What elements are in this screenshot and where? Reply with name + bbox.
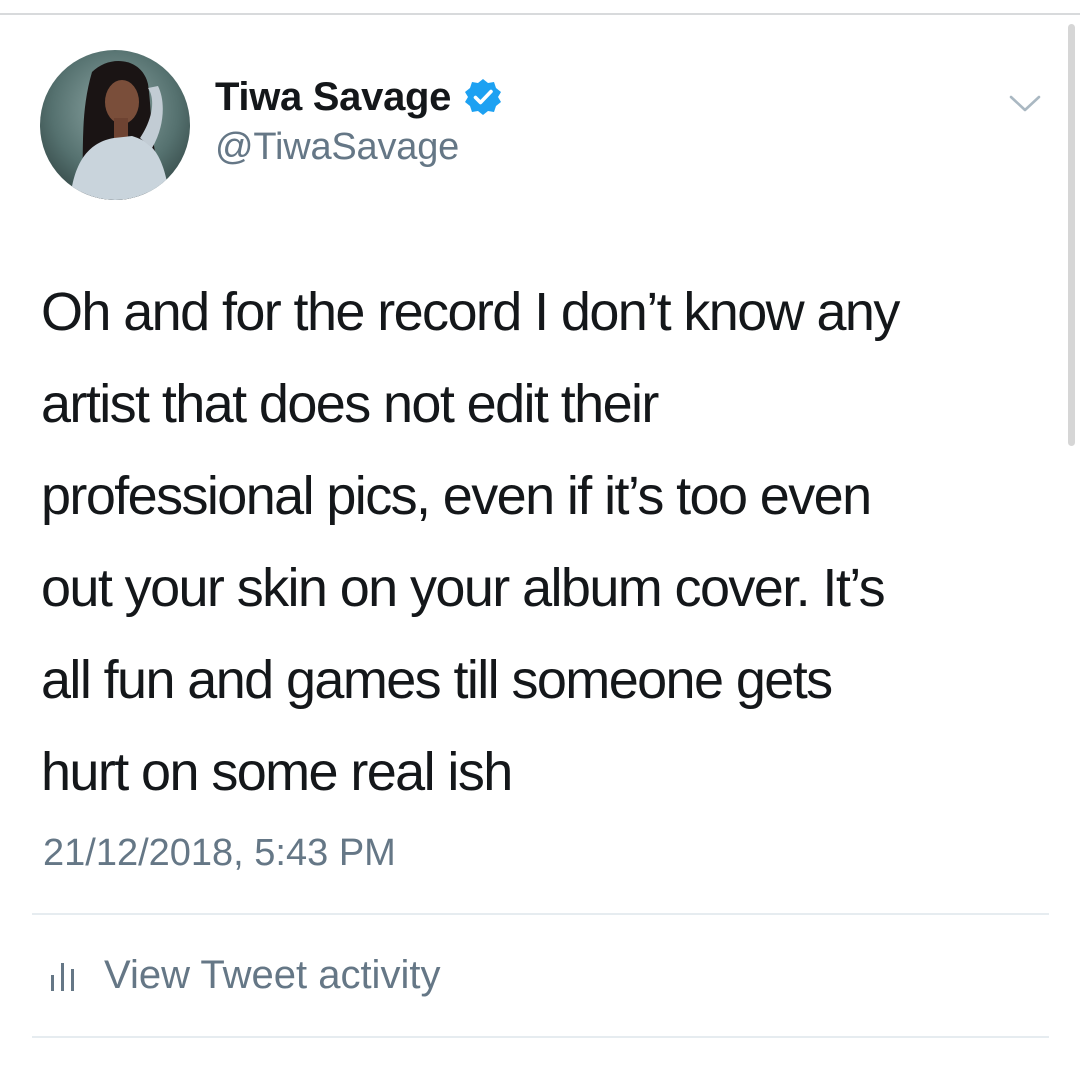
scrollbar[interactable] (1068, 24, 1075, 446)
analytics-bars-icon (51, 963, 74, 991)
author-handle[interactable]: @TiwaSavage (215, 126, 459, 169)
display-name[interactable]: Tiwa Savage (215, 75, 451, 120)
divider (32, 1036, 1049, 1038)
tweet-text: Oh and for the record I don’t know any a… (41, 282, 900, 802)
avatar[interactable] (40, 50, 190, 200)
divider (32, 913, 1049, 915)
chevron-down-icon[interactable] (1005, 88, 1045, 118)
top-divider (0, 13, 1080, 15)
author-name-row: Tiwa Savage (215, 72, 503, 122)
view-tweet-activity-label: View Tweet activity (104, 952, 441, 997)
verified-badge-icon (465, 79, 502, 115)
tweet-timestamp[interactable]: 21/12/2018, 5:43 PM (43, 832, 396, 875)
avatar-image (40, 50, 190, 200)
view-tweet-activity-link[interactable]: View Tweet activity (48, 950, 440, 1000)
